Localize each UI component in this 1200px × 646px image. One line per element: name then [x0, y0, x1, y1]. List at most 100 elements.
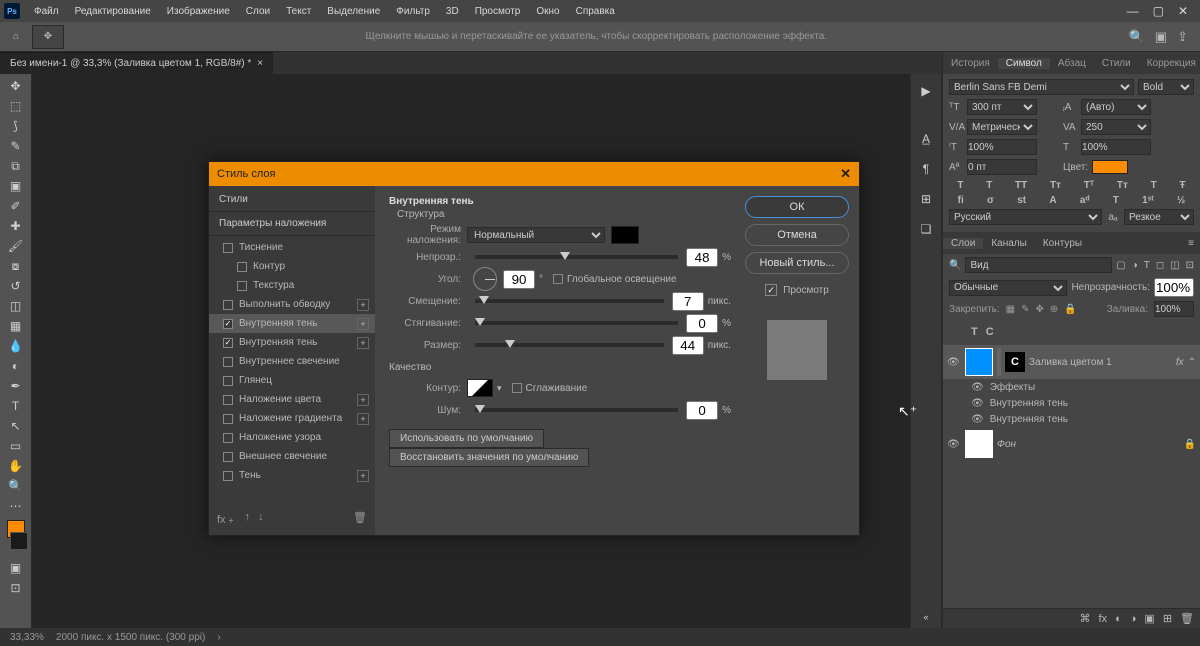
- style-item[interactable]: Внутренняя тень+: [209, 333, 375, 352]
- layer-opacity[interactable]: [1154, 278, 1194, 297]
- panel-menu-icon[interactable]: ≡: [1182, 238, 1200, 249]
- tab-character[interactable]: Символ: [998, 58, 1050, 69]
- zoom-level[interactable]: 33,33%: [10, 632, 44, 643]
- fx-icon[interactable]: fx: [1099, 613, 1108, 625]
- tab-channels[interactable]: Каналы: [983, 238, 1035, 249]
- style-checkbox[interactable]: [237, 262, 247, 272]
- hscale[interactable]: [1081, 139, 1151, 155]
- layer-name[interactable]: Фон: [997, 439, 1180, 450]
- crop-tool-icon[interactable]: ⧉: [3, 156, 29, 176]
- visibility-icon[interactable]: 👁: [947, 439, 961, 450]
- style-item[interactable]: Тиснение: [209, 238, 375, 257]
- filter-icon[interactable]: T: [1144, 260, 1150, 271]
- path-select-icon[interactable]: ↖: [3, 416, 29, 436]
- dialog-titlebar[interactable]: Стиль слоя ✕: [209, 162, 859, 186]
- style-checkbox[interactable]: [223, 414, 233, 424]
- style-item[interactable]: Внешнее свечение: [209, 447, 375, 466]
- fx-badge[interactable]: fx: [1176, 357, 1184, 368]
- style-checkbox[interactable]: [223, 300, 233, 310]
- group-icon[interactable]: ▣: [1144, 612, 1154, 625]
- effect-item[interactable]: 👁Внутренняя тень: [943, 395, 1200, 411]
- collapse-icon[interactable]: «: [915, 606, 937, 628]
- layer-filter[interactable]: [965, 257, 1112, 273]
- filter-icon[interactable]: ▢: [1116, 260, 1125, 271]
- quick-select-icon[interactable]: ✎: [3, 136, 29, 156]
- stamp-tool-icon[interactable]: ⧇: [3, 256, 29, 276]
- bold-icon[interactable]: T: [957, 180, 963, 191]
- new-style-button[interactable]: Новый стиль...: [745, 252, 849, 274]
- ot-icon[interactable]: σ: [987, 195, 994, 206]
- preview-checkbox[interactable]: [765, 284, 777, 296]
- close-icon[interactable]: ✕: [840, 166, 851, 182]
- style-item[interactable]: Наложение градиента+: [209, 409, 375, 428]
- new-icon[interactable]: ⊞: [1163, 612, 1172, 625]
- layer-fill[interactable]: [1154, 301, 1194, 317]
- menu-item[interactable]: Выделение: [319, 6, 388, 17]
- blur-tool-icon[interactable]: 💧: [3, 336, 29, 356]
- type-layer-c[interactable]: C: [986, 326, 994, 338]
- tab-close-icon[interactable]: ×: [257, 58, 263, 69]
- style-item[interactable]: Наложение цвета+: [209, 390, 375, 409]
- blendmode-select[interactable]: Нормальный: [467, 227, 605, 243]
- style-checkbox[interactable]: [223, 319, 233, 329]
- doc-info[interactable]: 2000 пикс. x 1500 пикс. (300 ppi): [56, 632, 205, 643]
- style-item[interactable]: Тень+: [209, 466, 375, 485]
- lock-icon[interactable]: ✎: [1021, 304, 1029, 315]
- glyph-panel-icon[interactable]: ⊞: [915, 188, 937, 210]
- share-icon[interactable]: ⇪: [1177, 29, 1188, 45]
- style-item[interactable]: Глянец: [209, 371, 375, 390]
- workspace-icon[interactable]: ▣: [1155, 29, 1167, 45]
- tab-paths[interactable]: Контуры: [1035, 238, 1090, 249]
- para-panel-icon[interactable]: ¶: [915, 158, 937, 180]
- tab-paragraph[interactable]: Абзац: [1050, 58, 1094, 69]
- contour-picker[interactable]: [467, 379, 493, 397]
- filter-toggle[interactable]: ⊡: [1186, 260, 1194, 271]
- style-item[interactable]: Внутренняя тень+: [209, 314, 375, 333]
- font-select[interactable]: Berlin Sans FB Demi: [949, 79, 1134, 95]
- global-light-checkbox[interactable]: [553, 274, 563, 284]
- home-icon[interactable]: ⌂: [6, 27, 26, 47]
- opacity-value[interactable]: [686, 248, 718, 267]
- mask-icon[interactable]: ◐: [1115, 613, 1122, 625]
- fx-menu-icon[interactable]: fx﹢: [217, 511, 237, 527]
- styles-header[interactable]: Стили: [209, 190, 375, 209]
- maximize-icon[interactable]: ▢: [1153, 4, 1164, 18]
- style-item[interactable]: Выполнить обводку+: [209, 295, 375, 314]
- history-brush-icon[interactable]: ↺: [3, 276, 29, 296]
- style-item[interactable]: Контур: [209, 257, 375, 276]
- ot-icon[interactable]: A: [1049, 195, 1056, 206]
- filter-icon[interactable]: ◻: [1156, 260, 1164, 271]
- noise-value[interactable]: [686, 401, 718, 420]
- distance-slider[interactable]: [475, 299, 664, 303]
- style-checkbox[interactable]: [223, 452, 233, 462]
- noise-slider[interactable]: [475, 408, 678, 412]
- ot-icon[interactable]: ½: [1177, 195, 1185, 206]
- play-icon[interactable]: ▶: [915, 80, 937, 102]
- menu-item[interactable]: Фильтр: [388, 6, 438, 17]
- filter-icon[interactable]: ◑: [1132, 260, 1138, 271]
- style-checkbox[interactable]: [223, 357, 233, 367]
- brush-tool-icon[interactable]: 🖌: [3, 236, 29, 256]
- document-tab[interactable]: Без имени-1 @ 33,3% (Заливка цветом 1, R…: [0, 52, 273, 74]
- background-swatch[interactable]: [10, 532, 28, 550]
- move-tool-icon[interactable]: ✥: [3, 76, 29, 96]
- eyedropper-icon[interactable]: ✐: [3, 196, 29, 216]
- font-size[interactable]: 300 пт: [967, 99, 1037, 115]
- menu-item[interactable]: 3D: [438, 6, 467, 17]
- filter-icon[interactable]: ◫: [1170, 260, 1179, 271]
- visibility-icon[interactable]: 👁: [971, 398, 984, 409]
- leading[interactable]: (Авто): [1081, 99, 1151, 115]
- ot-icon[interactable]: 1ˢᵗ: [1142, 195, 1154, 206]
- menu-item[interactable]: Изображение: [159, 6, 238, 17]
- add-icon[interactable]: +: [357, 470, 369, 482]
- menu-item[interactable]: Окно: [528, 6, 567, 17]
- text-color-swatch[interactable]: [1092, 160, 1128, 174]
- minimize-icon[interactable]: —: [1127, 4, 1139, 18]
- lang-select[interactable]: Русский: [949, 209, 1102, 225]
- chevron-down-icon[interactable]: ⌃: [1188, 357, 1196, 368]
- lock-icon[interactable]: ⊕: [1050, 304, 1058, 315]
- choke-value[interactable]: [686, 314, 718, 333]
- style-checkbox[interactable]: [223, 395, 233, 405]
- layer-row[interactable]: 👁 Фон 🔒: [943, 427, 1200, 461]
- pen-tool-icon[interactable]: ✒: [3, 376, 29, 396]
